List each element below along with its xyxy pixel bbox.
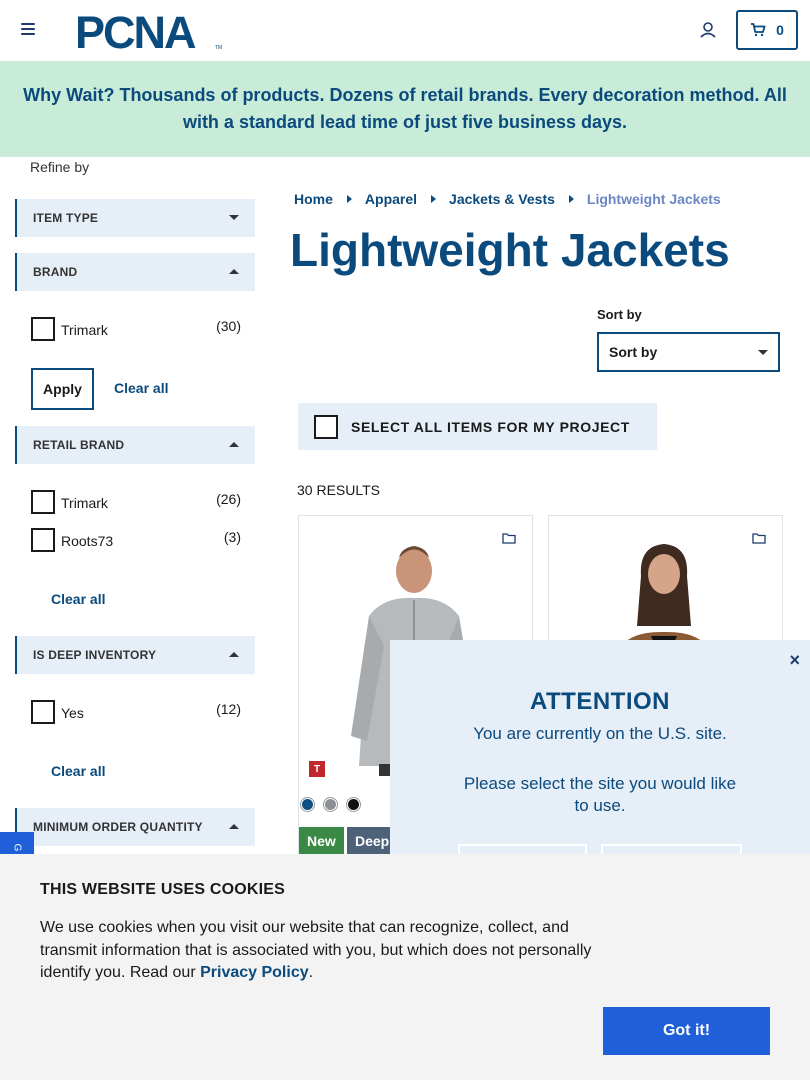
facet-retail-brand-title: RETAIL BRAND: [33, 438, 125, 452]
option-count: (26): [216, 491, 241, 507]
checkbox[interactable]: [31, 317, 55, 341]
breadcrumb-jackets-vests[interactable]: Jackets & Vests: [449, 191, 555, 207]
chevron-up-icon: [229, 442, 239, 447]
pcna-logo[interactable]: PCNA TM: [75, 11, 225, 51]
chevron-up-icon: [229, 652, 239, 657]
facet-brand-title: BRAND: [33, 265, 78, 279]
new-badge: New: [299, 827, 344, 854]
option-label: Yes: [61, 705, 84, 721]
option-label: Trimark: [61, 322, 108, 338]
clear-all-link[interactable]: Clear all: [51, 591, 105, 607]
option-count: (30): [216, 318, 241, 334]
results-count: 30 RESULTS: [297, 482, 380, 498]
chevron-down-icon: [758, 350, 768, 355]
option-count: (3): [223, 529, 241, 545]
select-all-label: SELECT ALL ITEMS FOR MY PROJECT: [351, 419, 630, 435]
sort-selected-value: Sort by: [609, 344, 658, 360]
close-icon[interactable]: ×: [789, 650, 800, 671]
facet-deep-inventory[interactable]: IS DEEP INVENTORY: [15, 636, 255, 674]
apply-button[interactable]: Apply: [31, 368, 94, 410]
cookie-title: THIS WEBSITE USES COOKIES: [40, 881, 286, 898]
attention-prompt: Please select the site you would like to…: [463, 774, 737, 815]
sort-label: Sort by: [597, 307, 642, 322]
privacy-policy-link[interactable]: Privacy Policy: [200, 964, 309, 981]
facet-deep-inventory-title: IS DEEP INVENTORY: [33, 648, 157, 662]
facet-retail-brand[interactable]: RETAIL BRAND: [15, 426, 255, 464]
swatch-blue[interactable]: [301, 798, 314, 811]
facet-option[interactable]: Yes (12): [31, 700, 241, 724]
breadcrumb-apparel[interactable]: Apparel: [365, 191, 417, 207]
cookie-text: We use cookies when you visit our websit…: [40, 917, 610, 985]
breadcrumb-home[interactable]: Home: [294, 191, 333, 207]
clear-all-link[interactable]: Clear all: [114, 380, 168, 396]
facet-minimum-order-quantity[interactable]: MINIMUM ORDER QUANTITY: [15, 808, 255, 846]
breadcrumb-current: Lightweight Jackets: [586, 191, 721, 207]
select-all-items[interactable]: SELECT ALL ITEMS FOR MY PROJECT: [298, 403, 657, 450]
facet-item-type[interactable]: ITEM TYPE: [15, 199, 255, 237]
menu-icon[interactable]: [21, 23, 35, 35]
swatch-black[interactable]: [347, 798, 360, 811]
chevron-up-icon: [229, 269, 239, 274]
promo-banner-text: Why Wait? Thousands of products. Dozens …: [23, 85, 787, 132]
chevron-right-icon: [346, 195, 352, 203]
page-title: Lightweight Jackets: [290, 224, 730, 276]
breadcrumb: Home Apparel Jackets & Vests Lightweight…: [294, 191, 721, 207]
promo-banner: Why Wait? Thousands of products. Dozens …: [0, 61, 810, 157]
accept-cookies-button[interactable]: Got it!: [603, 1007, 770, 1055]
checkbox[interactable]: [31, 528, 55, 552]
checkbox[interactable]: [31, 490, 55, 514]
select-all-checkbox[interactable]: [314, 415, 338, 439]
attention-title: ATTENTION: [529, 688, 671, 715]
account-icon[interactable]: [698, 20, 718, 40]
brand-mark-icon: T: [309, 761, 325, 777]
facet-option[interactable]: Roots73 (3): [31, 528, 241, 552]
cart-button[interactable]: 0: [736, 10, 798, 50]
chevron-right-icon: [431, 195, 437, 203]
facet-min-order-title: MINIMUM ORDER QUANTITY: [33, 820, 203, 834]
cookie-period: .: [308, 964, 314, 981]
option-label: Roots73: [61, 533, 114, 549]
facet-option[interactable]: Trimark (26): [31, 490, 241, 514]
facet-brand[interactable]: BRAND: [15, 253, 255, 291]
chevron-right-icon: [568, 195, 574, 203]
add-to-project-icon[interactable]: [752, 532, 766, 544]
attention-message: You are currently on the U.S. site.: [473, 724, 727, 743]
sort-dropdown[interactable]: Sort by: [597, 332, 780, 372]
add-to-project-icon[interactable]: [502, 532, 516, 544]
refine-by-label: Refine by: [30, 159, 90, 175]
cart-icon: [751, 23, 766, 37]
svg-text:TM: TM: [215, 45, 222, 51]
color-swatches: [301, 798, 360, 811]
clear-all-link[interactable]: Clear all: [51, 763, 105, 779]
svg-text:PCNA: PCNA: [75, 11, 196, 51]
site-header: PCNA TM 0: [0, 0, 810, 61]
site-selector-modal: × ATTENTION You are currently on the U.S…: [390, 640, 810, 864]
option-label: Trimark: [61, 495, 108, 511]
cart-count: 0: [776, 22, 784, 38]
checkbox[interactable]: [31, 700, 55, 724]
facet-item-type-title: ITEM TYPE: [33, 211, 99, 225]
cookie-banner: THIS WEBSITE USES COOKIES We use cookies…: [0, 854, 810, 1080]
facet-option[interactable]: Trimark (30): [31, 317, 241, 341]
chevron-down-icon: [229, 215, 239, 220]
cookie-body: We use cookies when you visit our websit…: [40, 919, 592, 981]
swatch-grey[interactable]: [324, 798, 337, 811]
chevron-up-icon: [229, 824, 239, 829]
option-count: (12): [216, 701, 241, 717]
